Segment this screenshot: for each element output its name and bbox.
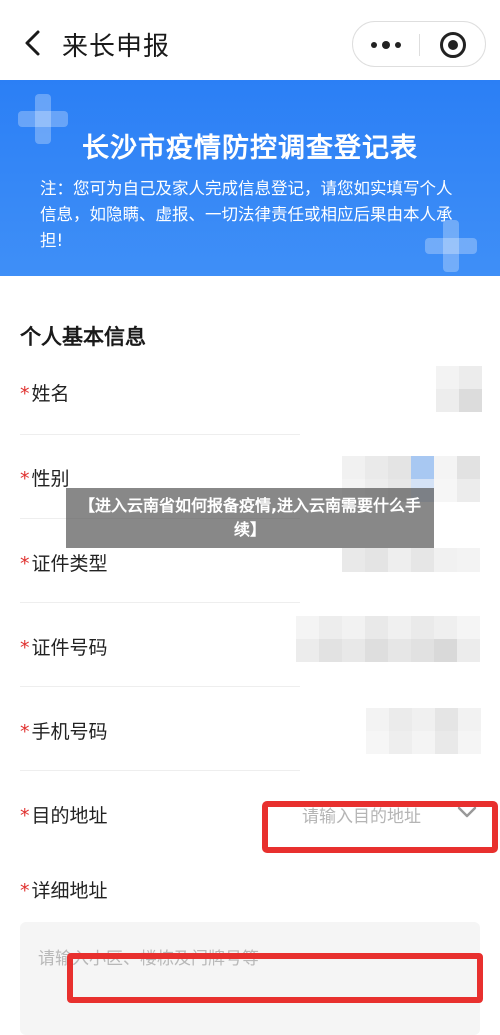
target-close-icon[interactable] xyxy=(420,22,486,68)
field-phone-label: * 手机号码 xyxy=(20,721,108,743)
overlay-caption: 【进入云南省如何报备疫情,进入云南需要什么手续】 xyxy=(66,488,434,548)
section-title: 个人基本信息 xyxy=(20,325,146,349)
highlight-box xyxy=(67,953,483,1003)
required-mark: * xyxy=(20,383,30,405)
field-id-type-label: * 证件类型 xyxy=(20,553,108,575)
field-divider xyxy=(20,434,300,435)
back-icon[interactable] xyxy=(18,28,48,58)
field-divider xyxy=(20,770,300,771)
name-value-blurred[interactable] xyxy=(436,366,482,412)
id-type-value-blurred[interactable] xyxy=(342,548,482,572)
overlay-caption-text: 【进入云南省如何报备疫情,进入云南需要什么手续】 xyxy=(78,496,422,539)
field-id-number-label: * 证件号码 xyxy=(20,637,108,659)
field-destination-label: * 目的地址 xyxy=(20,805,108,827)
field-name-label: * 姓名 xyxy=(20,383,70,405)
navigation-bar: 来长申报 xyxy=(0,0,500,80)
required-mark: * xyxy=(20,553,30,575)
required-mark: * xyxy=(20,721,30,743)
field-detail-address-label: * 详细地址 xyxy=(20,880,108,902)
required-mark: * xyxy=(20,880,30,902)
required-mark: * xyxy=(20,637,30,659)
page-title: 来长申报 xyxy=(62,32,171,62)
required-mark: * xyxy=(20,805,30,827)
highlight-box xyxy=(262,801,498,853)
banner-title: 长沙市疫情防控调查登记表 xyxy=(82,133,418,164)
field-divider xyxy=(20,686,300,687)
header-banner: 长沙市疫情防控调查登记表 注：您可为自己及家人完成信息登记，请您如实填写个人信息… xyxy=(0,80,500,276)
banner-note: 注：您可为自己及家人完成信息登记，请您如实填写个人信息，如隐瞒、虚报、一切法律责… xyxy=(40,179,453,250)
required-mark: * xyxy=(20,468,30,490)
mini-program-capsule xyxy=(352,21,486,67)
field-divider xyxy=(20,602,300,603)
more-dots-icon[interactable] xyxy=(353,22,419,68)
phone-value-blurred[interactable] xyxy=(366,708,482,754)
field-gender-label: * 性别 xyxy=(20,468,70,490)
id-number-value-blurred[interactable] xyxy=(296,616,482,662)
